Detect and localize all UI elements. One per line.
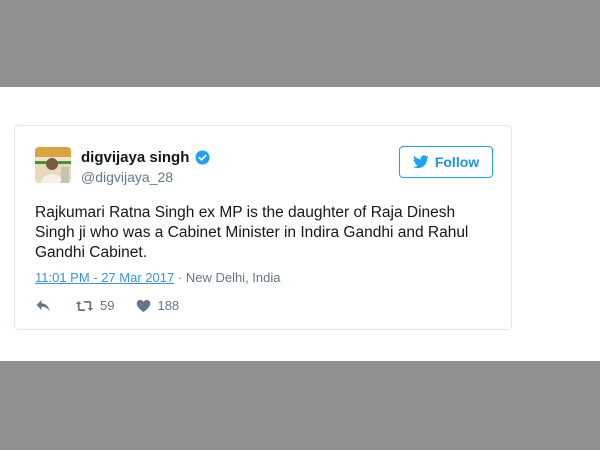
tweet-card: digvijaya singh @digvijaya_28 Follow Raj…	[14, 125, 512, 330]
follow-button[interactable]: Follow	[399, 146, 493, 178]
user-handle[interactable]: @digvijaya_28	[81, 169, 173, 185]
avatar[interactable]	[35, 147, 71, 183]
twitter-bird-icon	[412, 155, 429, 169]
meta-separator: ·	[177, 270, 183, 285]
display-name-text[interactable]: digvijaya singh	[81, 149, 189, 166]
retweet-icon	[75, 300, 94, 311]
reply-arrow-icon	[36, 299, 50, 311]
like-button[interactable]: 188	[136, 298, 179, 313]
tweet-text: Rajkumari Ratna Singh ex MP is the daugh…	[35, 204, 469, 261]
verified-badge-icon	[195, 150, 210, 165]
tweet-location: New Delhi, India	[185, 270, 281, 285]
retweet-count: 59	[100, 298, 115, 313]
tweet-actions: 59 188	[35, 298, 179, 313]
display-name[interactable]: digvijaya singh	[81, 149, 210, 166]
tweet-timestamp-link[interactable]: 11:01 PM - 27 Mar 2017	[35, 270, 174, 285]
follow-label[interactable]: Follow	[435, 154, 479, 170]
heart-icon	[137, 299, 151, 312]
top-gray-band	[0, 0, 600, 87]
retweet-button[interactable]: 59	[75, 298, 114, 313]
like-count: 188	[157, 298, 180, 313]
tweet-meta: 11:01 PM - 27 Mar 2017 · New Delhi, Indi…	[35, 270, 280, 285]
reply-button[interactable]	[35, 299, 51, 313]
bottom-gray-band	[0, 361, 600, 450]
